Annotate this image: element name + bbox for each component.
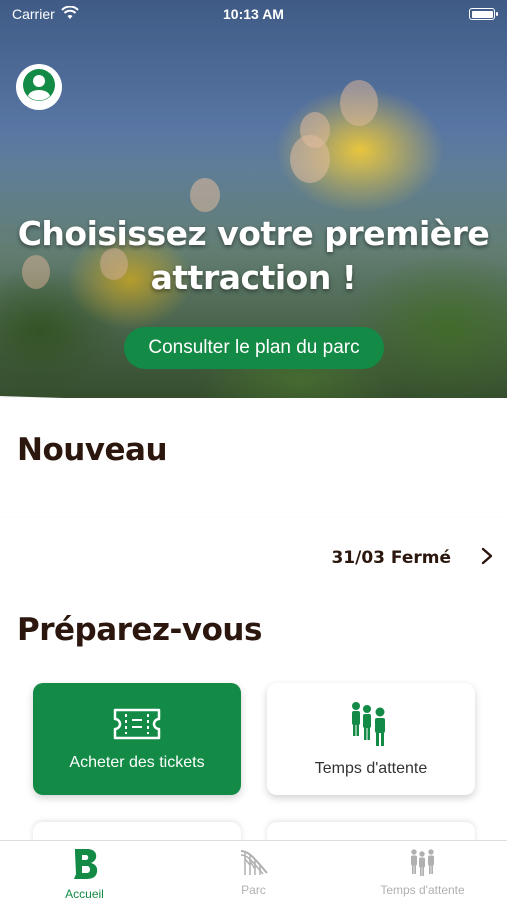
chevron-right-icon (481, 547, 493, 570)
wifi-icon (61, 5, 79, 23)
buy-tickets-card[interactable]: Acheter des tickets (33, 683, 241, 795)
buy-tickets-label: Acheter des tickets (69, 753, 205, 771)
profile-button[interactable] (16, 64, 62, 110)
nouveau-title: Nouveau (17, 432, 168, 468)
status-bar: Carrier 10:13 AM (0, 0, 507, 28)
park-status-text: 31/03 Fermé (331, 548, 451, 568)
tab-bar: Accueil Parc Temps d'attente (0, 840, 507, 900)
tab-accueil[interactable]: Accueil (10, 847, 160, 900)
wait-times-label: Temps d'attente (314, 759, 428, 777)
carrier-label: Carrier (12, 6, 55, 22)
hero-title-line2: attraction ! (150, 258, 357, 297)
prep-title: Préparez-vous (17, 612, 262, 648)
park-status-row[interactable]: 31/03 Fermé (0, 518, 507, 598)
tab-temps-attente-label: Temps d'attente (380, 883, 465, 897)
user-icon (21, 67, 57, 108)
hero-title-line1: Choisissez votre première (17, 214, 490, 253)
park-map-button[interactable]: Consulter le plan du parc (124, 327, 384, 369)
battery-icon (469, 8, 498, 20)
tab-temps-attente[interactable]: Temps d'attente (348, 847, 498, 897)
queue-people-icon (348, 701, 394, 752)
queue-people-icon (408, 847, 438, 880)
ticket-icon (111, 707, 163, 746)
hero-title: Choisissez votre première attraction ! (0, 212, 507, 300)
tab-accueil-label: Accueil (65, 887, 104, 900)
tab-parc[interactable]: Parc (179, 847, 329, 897)
status-left: Carrier (12, 5, 79, 23)
park-logo-icon (70, 847, 100, 884)
tab-parc-label: Parc (241, 883, 266, 897)
roller-coaster-icon (239, 847, 269, 880)
wait-times-card[interactable]: Temps d'attente (267, 683, 475, 795)
